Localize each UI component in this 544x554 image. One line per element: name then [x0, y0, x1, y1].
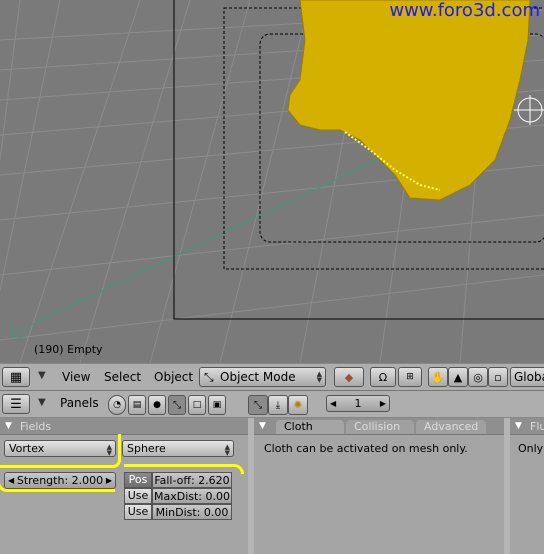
buttons-window-header: ☰ ▼ Panels ◔ ▤ ● ⤡ □ ▣ ⤡ ⤓ ✺ ◀ 1 ▶ [0, 391, 544, 418]
menu-object[interactable]: Object [154, 370, 193, 384]
maxdist-field[interactable]: MaxDist: 0.00 [152, 488, 232, 504]
rotate-button[interactable]: ◎ [468, 367, 488, 387]
snap-icon: ⊞ [406, 372, 414, 382]
field-shape-dropdown[interactable]: Sphere ▲ ▼ [122, 440, 234, 457]
fields-panel-title: Fields [20, 420, 52, 433]
hand-icon: ✋ [431, 370, 445, 384]
buttons-editor-type-button[interactable]: ☰ [2, 394, 30, 414]
tab-cloth[interactable]: Cloth [276, 420, 344, 434]
menu-view[interactable]: View [62, 370, 90, 384]
decrement-arrow-icon: ◀ [330, 399, 337, 408]
viewport-status-text: (190) Empty [34, 343, 103, 356]
editing-context-button[interactable]: □ [188, 395, 206, 415]
cloth-message: Cloth can be activated on mesh only. [264, 442, 468, 455]
particles-tab-button[interactable]: ✺ [288, 395, 308, 415]
fluid-panel-header[interactable]: ▼ Flu [510, 418, 544, 435]
script-icon: ▤ [132, 400, 142, 410]
blender-window: www.foro3d.com (190) Empty ▦ ▼ View Sele… [0, 0, 544, 554]
object-tab-button[interactable]: ⤡ [248, 395, 268, 415]
frame-number-field[interactable]: ◀ 1 ▶ [326, 395, 390, 412]
fields-panel-header[interactable]: ▼ Fields [0, 418, 248, 435]
cloth-panel-header: ▼ Cloth Collision Advanced [254, 418, 504, 435]
circle-icon: ◎ [473, 370, 483, 384]
fluid-message: Only r [518, 442, 544, 455]
mode-dropdown[interactable]: ⤡ Object Mode ▲ ▼ [199, 367, 326, 387]
pos-toggle[interactable]: Pos [124, 472, 152, 488]
logic-context-button[interactable]: ◔ [108, 395, 126, 415]
scale-button[interactable]: ▫ [488, 367, 508, 387]
use-mindist-toggle[interactable]: Use [124, 504, 152, 520]
collapse-menu-icon[interactable]: ▼ [38, 397, 46, 408]
object-mode-icon: ⤡ [204, 370, 214, 384]
physics-tab-button[interactable]: ⤓ [268, 395, 288, 415]
dropdown-arrows-icon: ▲ ▼ [224, 443, 230, 457]
collapse-triangle-icon[interactable]: ▼ [259, 421, 266, 431]
dropdown-arrows-icon: ▲ ▼ [316, 370, 322, 384]
draw-type-button[interactable]: ◆ [334, 367, 364, 387]
mesh-square-icon: □ [192, 400, 202, 410]
particles-icon: ✺ [293, 399, 303, 411]
object-context-button[interactable]: ⤡ [168, 395, 186, 415]
panel-list-icon: ☰ [10, 396, 22, 412]
fields-panel: ▼ Fields Vortex ▲ ▼ Sphere ▲ ▼ ◀ Strength:… [0, 418, 248, 554]
fluid-panel-title: Flu [530, 420, 544, 433]
orientation-dropdown[interactable]: Globa [510, 367, 544, 387]
field-shape-value: Sphere [127, 442, 166, 455]
mode-label: Object Mode [220, 370, 296, 384]
pivot-icon: Ω [378, 370, 388, 384]
editor-type-button[interactable]: ▦ [2, 367, 30, 387]
watermark-text: www.foro3d.com [389, 0, 540, 21]
mindist-field[interactable]: MinDist: 0.00 [152, 504, 232, 520]
3d-view-header: ▦ ▼ View Select Object ⤡ Object Mode ▲ ▼ … [0, 363, 544, 391]
scene-icon: ▣ [212, 400, 222, 410]
snap-button[interactable]: ⊞ [398, 367, 422, 387]
object-axes-icon: ⤡ [254, 399, 262, 411]
shading-context-button[interactable]: ● [148, 395, 166, 415]
collapse-triangle-icon[interactable]: ▼ [515, 421, 522, 431]
use-maxdist-toggle[interactable]: Use [124, 488, 152, 504]
sphere-icon: ● [153, 400, 161, 410]
fluid-panel: ▼ Flu Only r [510, 418, 544, 554]
falloff-field[interactable]: Fall-off: 2.620 [152, 472, 232, 488]
viewport-canvas [0, 0, 544, 363]
collapse-menu-icon[interactable]: ▼ [38, 370, 46, 381]
manipulator-toggle-button[interactable]: ✋ [428, 367, 448, 387]
grid-icon: ▦ [9, 369, 23, 385]
panels-label: Panels [60, 396, 99, 410]
collapse-triangle-icon[interactable]: ▼ [5, 421, 12, 431]
highlight-mark-type [0, 434, 121, 468]
physics-icon: ⤓ [275, 399, 281, 411]
tab-collision[interactable]: Collision [346, 420, 414, 434]
highlight-mark-strength [0, 470, 115, 492]
pivot-button[interactable]: Ω [370, 367, 396, 387]
square-icon: ▫ [494, 370, 502, 384]
menu-select[interactable]: Select [104, 370, 141, 384]
empty-object-gizmo[interactable] [514, 95, 544, 125]
tab-advanced[interactable]: Advanced [416, 420, 486, 434]
translate-button[interactable]: ▲ [448, 367, 468, 387]
x-axis-line [9, 129, 441, 336]
solid-draw-icon: ◆ [344, 370, 354, 384]
buttons-panels-area: ▼ Fields Vortex ▲ ▼ Sphere ▲ ▼ ◀ Strength:… [0, 418, 544, 554]
triangle-icon: ▲ [453, 370, 463, 384]
3d-viewport[interactable]: www.foro3d.com (190) Empty [0, 0, 544, 363]
scene-context-button[interactable]: ▣ [208, 395, 226, 415]
orientation-label: Globa [514, 370, 544, 384]
increment-arrow-icon: ▶ [379, 399, 386, 408]
highlight-mark-falloff [124, 464, 244, 474]
pacman-icon: ◔ [113, 400, 121, 410]
frame-number-value: 1 [354, 397, 362, 410]
object-axes-icon: ⤡ [173, 399, 181, 411]
script-context-button[interactable]: ▤ [128, 395, 146, 415]
cloth-panel: ▼ Cloth Collision Advanced Cloth can be … [254, 418, 504, 554]
